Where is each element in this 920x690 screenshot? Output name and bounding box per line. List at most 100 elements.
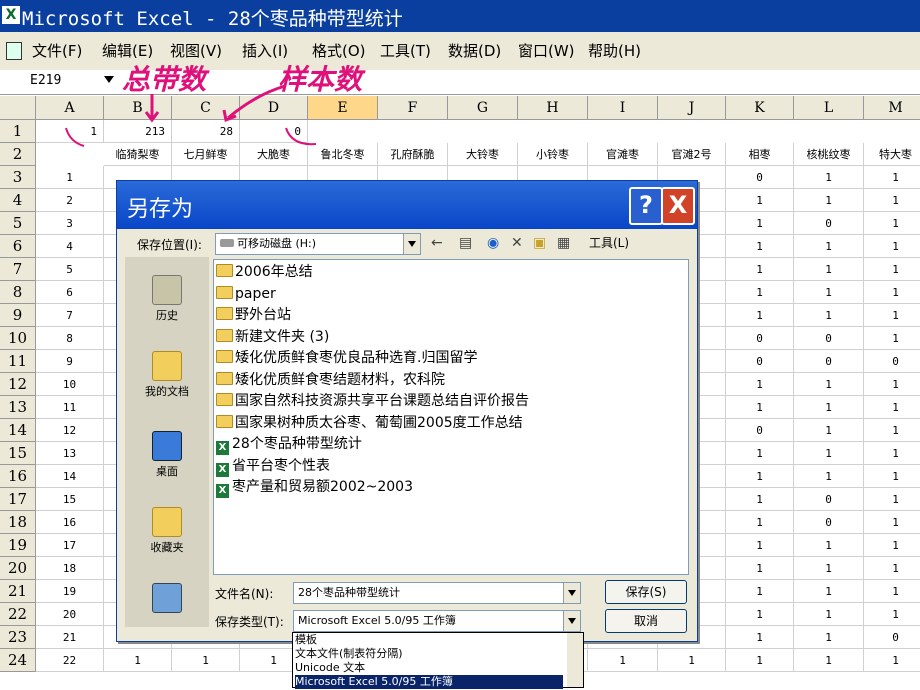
colk-cell[interactable]: 1: [726, 304, 794, 327]
row-header-6[interactable]: 6: [0, 235, 36, 258]
row-header-5[interactable]: 5: [0, 212, 36, 235]
cell-index[interactable]: 21: [36, 626, 104, 649]
coll-cell[interactable]: 1: [794, 649, 864, 672]
filetype-option-text-tab[interactable]: 文本文件(制表符分隔): [295, 647, 403, 661]
coll-cell[interactable]: 1: [794, 465, 864, 488]
place-my-documents[interactable]: 我的文档: [125, 351, 209, 399]
views-icon[interactable]: ▦: [557, 233, 570, 253]
row-header-4[interactable]: 4: [0, 189, 36, 212]
colk-cell[interactable]: 1: [726, 534, 794, 557]
colk-cell[interactable]: 1: [726, 488, 794, 511]
cancel-button[interactable]: 取消: [605, 609, 687, 633]
coll-cell[interactable]: 1: [794, 396, 864, 419]
colm-cell[interactable]: 1: [864, 327, 920, 350]
cell-index[interactable]: 7: [36, 304, 104, 327]
folder-item[interactable]: 野外台站: [216, 305, 291, 326]
coll-cell[interactable]: 1: [794, 442, 864, 465]
filetype-select[interactable]: Microsoft Excel 5.0/95 工作簿: [293, 610, 581, 632]
cell-index[interactable]: 3: [36, 212, 104, 235]
cell-index[interactable]: 15: [36, 488, 104, 511]
colm-cell[interactable]: 1: [864, 166, 920, 189]
colk-cell[interactable]: 0: [726, 350, 794, 373]
colm-cell[interactable]: 1: [864, 603, 920, 626]
place-network[interactable]: [125, 583, 209, 615]
save-in-dropdown-arrow[interactable]: [403, 234, 420, 254]
coll-cell[interactable]: 1: [794, 603, 864, 626]
colk-cell[interactable]: 1: [726, 511, 794, 534]
cell-index[interactable]: 8: [36, 327, 104, 350]
colk-cell[interactable]: 1: [726, 557, 794, 580]
cell-index[interactable]: 22: [36, 649, 104, 672]
colm-cell[interactable]: 1: [864, 534, 920, 557]
place-favorites[interactable]: 收藏夹: [125, 507, 209, 555]
colm-cell[interactable]: 1: [864, 488, 920, 511]
cell-index[interactable]: 6: [36, 281, 104, 304]
row-header-9[interactable]: 9: [0, 304, 36, 327]
coll-cell[interactable]: 0: [794, 350, 864, 373]
back-icon[interactable]: ←: [431, 233, 443, 253]
file-item[interactable]: X 枣产量和贸易额2002~2003: [216, 477, 413, 498]
row-header-10[interactable]: 10: [0, 327, 36, 350]
coll-cell[interactable]: 1: [794, 534, 864, 557]
cell-row24[interactable]: 1: [172, 649, 240, 672]
colm-cell[interactable]: 1: [864, 396, 920, 419]
colk-cell[interactable]: 0: [726, 166, 794, 189]
filetype-dropdown-arrow[interactable]: [563, 611, 580, 631]
colm-cell[interactable]: 1: [864, 304, 920, 327]
up-folder-icon[interactable]: ▤: [459, 233, 472, 253]
coll-cell[interactable]: 0: [794, 488, 864, 511]
coll-cell[interactable]: 1: [794, 419, 864, 442]
coll-cell[interactable]: 0: [794, 212, 864, 235]
help-button[interactable]: ?: [629, 187, 663, 225]
coll-cell[interactable]: 1: [794, 235, 864, 258]
folder-item[interactable]: 国家果树种质太谷枣、葡萄圃2005度工作总结: [216, 413, 523, 434]
colk-cell[interactable]: 1: [726, 235, 794, 258]
row-header-21[interactable]: 21: [0, 580, 36, 603]
row-header-16[interactable]: 16: [0, 465, 36, 488]
coll-cell[interactable]: 1: [794, 373, 864, 396]
save-button[interactable]: 保存(S): [605, 580, 687, 604]
filename-input[interactable]: 28个枣品种带型统计: [293, 582, 581, 604]
tools-menu[interactable]: 工具(L): [589, 233, 629, 253]
colm-cell[interactable]: 1: [864, 235, 920, 258]
coll-cell[interactable]: 1: [794, 189, 864, 212]
colm-cell[interactable]: 1: [864, 373, 920, 396]
row-header-15[interactable]: 15: [0, 442, 36, 465]
colm-cell[interactable]: 1: [864, 189, 920, 212]
colk-cell[interactable]: 1: [726, 580, 794, 603]
cell-row24[interactable]: 1: [588, 649, 658, 672]
place-desktop[interactable]: 桌面: [125, 431, 209, 479]
row-header-19[interactable]: 19: [0, 534, 36, 557]
cell-index[interactable]: 16: [36, 511, 104, 534]
cell-index[interactable]: 14: [36, 465, 104, 488]
colm-cell[interactable]: 0: [864, 626, 920, 649]
colk-cell[interactable]: 1: [726, 212, 794, 235]
colm-cell[interactable]: 1: [864, 511, 920, 534]
colk-cell[interactable]: 1: [726, 649, 794, 672]
colk-cell[interactable]: 1: [726, 603, 794, 626]
close-button[interactable]: X: [661, 187, 695, 225]
filetype-option-excel95[interactable]: Microsoft Excel 5.0/95 工作簿: [295, 675, 563, 689]
colm-cell[interactable]: 1: [864, 465, 920, 488]
folder-item[interactable]: 新建文件夹 (3): [216, 327, 329, 348]
colk-cell[interactable]: 1: [726, 189, 794, 212]
dropdown-scrollbar[interactable]: [567, 633, 583, 687]
coll-cell[interactable]: 1: [794, 580, 864, 603]
cell-index[interactable]: 9: [36, 350, 104, 373]
cell-index[interactable]: 11: [36, 396, 104, 419]
delete-icon[interactable]: ✕: [511, 233, 523, 253]
row-header-17[interactable]: 17: [0, 488, 36, 511]
folder-item[interactable]: paper: [216, 284, 276, 305]
cell-index[interactable]: 20: [36, 603, 104, 626]
coll-cell[interactable]: 1: [794, 557, 864, 580]
cell-index[interactable]: 13: [36, 442, 104, 465]
colk-cell[interactable]: 0: [726, 327, 794, 350]
filename-dropdown-arrow[interactable]: [563, 583, 580, 603]
colm-cell[interactable]: 1: [864, 258, 920, 281]
colm-cell[interactable]: 1: [864, 212, 920, 235]
cell-index[interactable]: 18: [36, 557, 104, 580]
coll-cell[interactable]: 1: [794, 166, 864, 189]
cell-index[interactable]: 2: [36, 189, 104, 212]
cell-index[interactable]: 5: [36, 258, 104, 281]
coll-cell[interactable]: 1: [794, 304, 864, 327]
